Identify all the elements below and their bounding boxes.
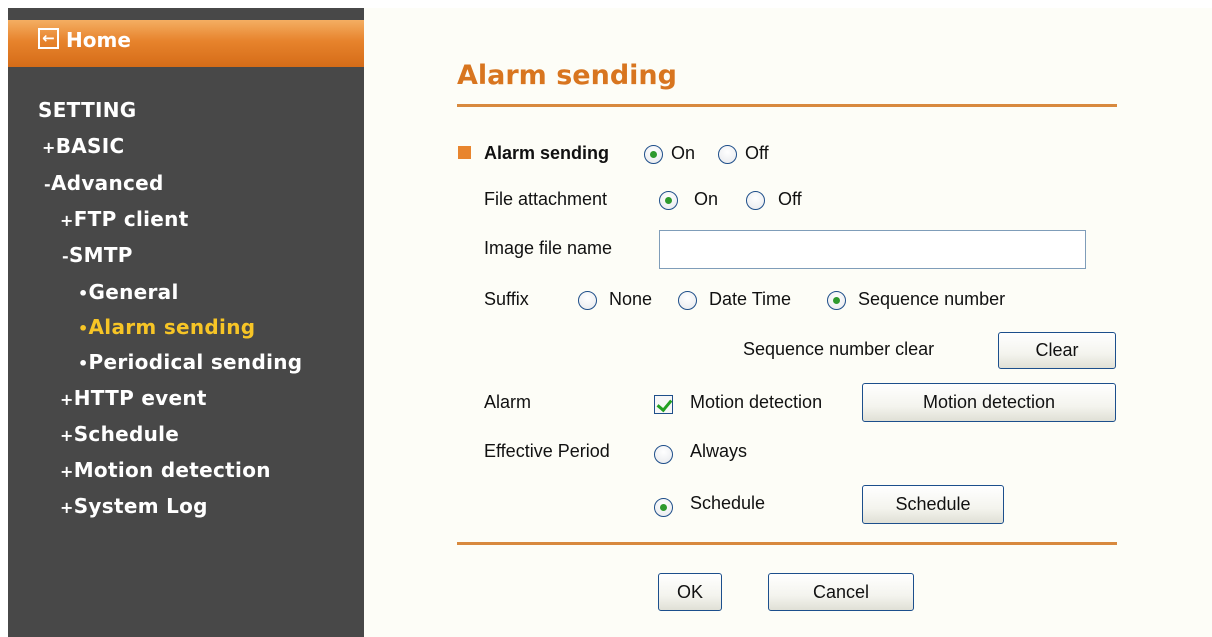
nav-label: Alarm sending [88, 315, 256, 339]
nav-label: Motion detection [73, 458, 271, 482]
nav-label: Advanced [50, 171, 164, 195]
schedule-button[interactable]: Schedule [862, 485, 1004, 524]
sequence-clear-label: Sequence number clear [743, 339, 935, 359]
arrow-left-icon: ← [38, 28, 59, 49]
sidebar-item-http-event[interactable]: +HTTP event [60, 386, 207, 410]
motion-detection-checkbox[interactable] [654, 395, 673, 414]
nav-label: System Log [73, 494, 208, 518]
ok-button[interactable]: OK [658, 573, 722, 611]
file-attachment-on-radio[interactable] [659, 191, 678, 210]
expand-icon: + [42, 138, 56, 157]
alarm-sending-label: Alarm sending [484, 143, 610, 163]
nav-label: SMTP [68, 243, 133, 267]
nav-label: BASIC [55, 134, 125, 158]
sidebar-item-system-log[interactable]: +System Log [60, 494, 208, 518]
file-attachment-off-radio[interactable] [746, 191, 765, 210]
collapse-icon: - [62, 247, 69, 266]
sidebar-item-ftp-client[interactable]: +FTP client [60, 207, 189, 231]
effective-period-label: Effective Period [484, 441, 610, 461]
sidebar-item-motion-detection[interactable]: +Motion detection [60, 458, 271, 482]
nav-label: SETTING [38, 98, 137, 122]
file-attachment-on-label: On [694, 189, 719, 209]
nav-label: General [88, 280, 179, 304]
sidebar-item-basic[interactable]: +BASIC [42, 134, 124, 158]
sidebar-item-general[interactable]: •General [78, 280, 179, 304]
bullet-icon: • [78, 354, 89, 373]
collapse-icon: - [44, 175, 51, 194]
expand-icon: + [60, 498, 74, 517]
alarm-sending-on-radio[interactable] [644, 145, 663, 164]
alarm-sending-off-radio[interactable] [718, 145, 737, 164]
clear-button[interactable]: Clear [998, 332, 1116, 369]
image-file-name-input[interactable] [659, 230, 1086, 269]
motion-detection-checkbox-label: Motion detection [690, 392, 823, 412]
suffix-date-time-radio[interactable] [678, 291, 697, 310]
suffix-label: Suffix [484, 289, 529, 309]
section-bullet-icon [458, 146, 471, 159]
sidebar: ← Home SETTING +BASIC -Advanced +FTP cli… [8, 8, 364, 637]
sidebar-heading-setting: SETTING [38, 98, 137, 122]
alarm-sending-on-label: On [671, 143, 696, 163]
expand-icon: + [60, 211, 74, 230]
alarm-label: Alarm [484, 392, 532, 412]
home-label: Home [66, 28, 131, 52]
alarm-sending-off-label: Off [745, 143, 769, 163]
sidebar-item-advanced[interactable]: -Advanced [44, 171, 164, 195]
file-attachment-label: File attachment [484, 189, 608, 209]
bottom-divider [457, 542, 1117, 545]
effective-period-schedule-radio[interactable] [654, 498, 673, 517]
sidebar-item-schedule[interactable]: +Schedule [60, 422, 179, 446]
suffix-none-radio[interactable] [578, 291, 597, 310]
sidebar-item-periodical-sending[interactable]: •Periodical sending [78, 350, 302, 374]
sidebar-item-alarm-sending[interactable]: •Alarm sending [78, 315, 255, 339]
expand-icon: + [60, 462, 74, 481]
nav-label: FTP client [73, 207, 189, 231]
expand-icon: + [60, 426, 74, 445]
suffix-sequence-number-radio[interactable] [827, 291, 846, 310]
nav-label: Schedule [73, 422, 180, 446]
bullet-icon: • [78, 319, 89, 338]
suffix-date-time-label: Date Time [709, 289, 792, 309]
effective-period-always-radio[interactable] [654, 445, 673, 464]
main-panel: Alarm sending Alarm sending On Off File … [364, 8, 1212, 637]
nav-label: HTTP event [73, 386, 207, 410]
expand-icon: + [60, 390, 74, 409]
bullet-icon: • [78, 284, 89, 303]
suffix-none-label: None [609, 289, 653, 309]
title-divider [457, 104, 1117, 107]
image-file-name-label: Image file name [484, 238, 613, 258]
sidebar-item-smtp[interactable]: -SMTP [62, 243, 133, 267]
nav-label: Periodical sending [88, 350, 303, 374]
effective-period-always-label: Always [690, 441, 748, 461]
page-title: Alarm sending [457, 60, 677, 91]
file-attachment-off-label: Off [778, 189, 802, 209]
motion-detection-button[interactable]: Motion detection [862, 383, 1116, 422]
effective-period-schedule-label: Schedule [690, 493, 766, 513]
suffix-sequence-number-label: Sequence number [858, 289, 1006, 309]
cancel-button[interactable]: Cancel [768, 573, 914, 611]
home-link[interactable]: ← Home [8, 20, 364, 67]
